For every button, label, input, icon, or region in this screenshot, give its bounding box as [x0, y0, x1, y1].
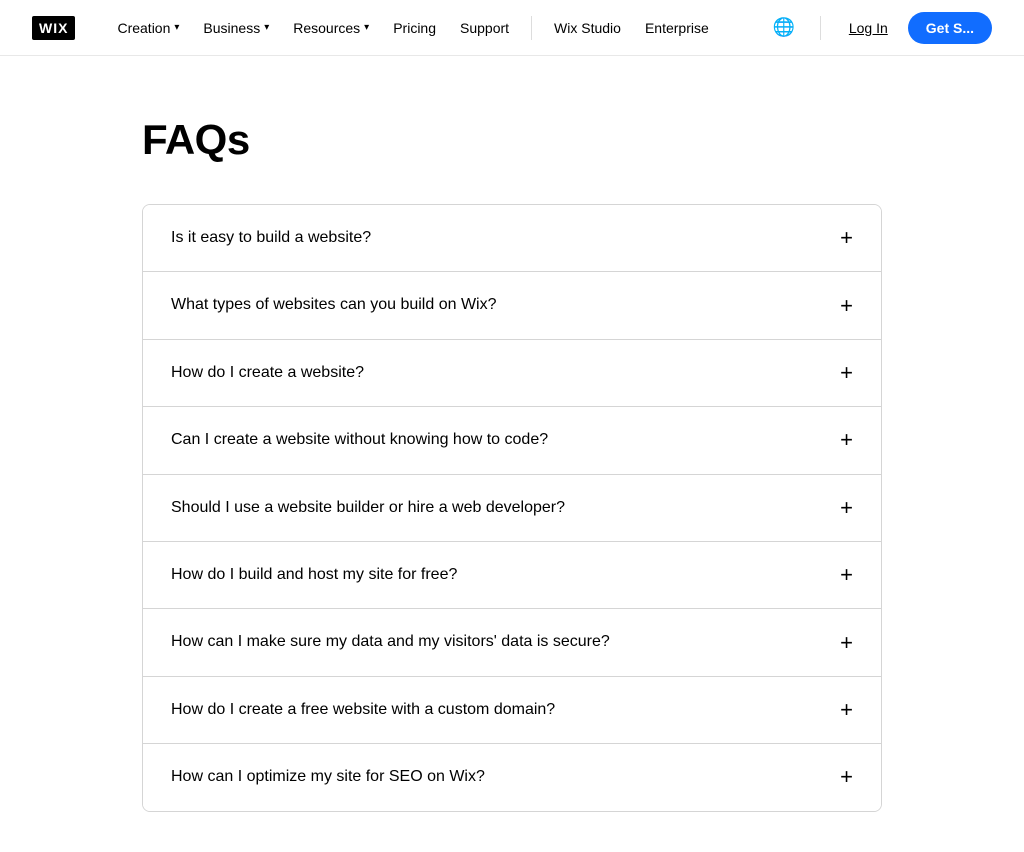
faq-item-5[interactable]: Should I use a website builder or hire a…	[143, 475, 881, 542]
faq-question-6: How do I build and host my site for free…	[171, 564, 457, 586]
main-content: FAQs Is it easy to build a website? + Wh…	[102, 56, 922, 852]
nav-separator-2	[820, 16, 821, 40]
nav-item-resources[interactable]: Resources ▾	[283, 14, 379, 42]
nav-item-wix-studio[interactable]: Wix Studio	[544, 14, 631, 42]
nav-item-enterprise[interactable]: Enterprise	[635, 14, 719, 42]
chevron-down-icon: ▾	[364, 22, 369, 33]
faq-expand-icon-4: +	[840, 429, 853, 451]
faq-item-8[interactable]: How do I create a free website with a cu…	[143, 677, 881, 744]
logo-text: WIX	[32, 16, 75, 40]
faq-question-5: Should I use a website builder or hire a…	[171, 497, 565, 519]
nav-item-support[interactable]: Support	[450, 14, 519, 42]
nav-support-label: Support	[460, 20, 509, 36]
faq-question-9: How can I optimize my site for SEO on Wi…	[171, 766, 485, 788]
nav-pricing-label: Pricing	[393, 20, 436, 36]
faq-expand-icon-3: +	[840, 362, 853, 384]
nav-business-label: Business	[203, 20, 260, 36]
nav-item-business[interactable]: Business ▾	[193, 14, 279, 42]
faq-expand-icon-1: +	[840, 227, 853, 249]
faq-expand-icon-8: +	[840, 699, 853, 721]
nav-menu: Creation ▾ Business ▾ Resources ▾ Pricin…	[107, 14, 767, 42]
nav-enterprise-label: Enterprise	[645, 20, 709, 36]
faq-item-3[interactable]: How do I create a website? +	[143, 340, 881, 407]
nav-resources-label: Resources	[293, 20, 360, 36]
nav-item-creation[interactable]: Creation ▾	[107, 14, 189, 42]
faq-expand-icon-5: +	[840, 497, 853, 519]
faq-expand-icon-2: +	[840, 295, 853, 317]
faq-item-7[interactable]: How can I make sure my data and my visit…	[143, 609, 881, 676]
faq-item-4[interactable]: Can I create a website without knowing h…	[143, 407, 881, 474]
faq-expand-icon-6: +	[840, 564, 853, 586]
faq-item-2[interactable]: What types of websites can you build on …	[143, 272, 881, 339]
nav-item-pricing[interactable]: Pricing	[383, 14, 446, 42]
navbar: WIX Creation ▾ Business ▾ Resources ▾ Pr…	[0, 0, 1024, 56]
wix-logo[interactable]: WIX	[32, 16, 75, 40]
chevron-down-icon: ▾	[174, 22, 179, 33]
faq-expand-icon-7: +	[840, 632, 853, 654]
nav-creation-label: Creation	[117, 20, 170, 36]
login-button[interactable]: Log In	[841, 14, 896, 42]
faq-question-4: Can I create a website without knowing h…	[171, 429, 548, 451]
faq-container: Is it easy to build a website? + What ty…	[142, 204, 882, 812]
faq-question-3: How do I create a website?	[171, 362, 364, 384]
faq-question-7: How can I make sure my data and my visit…	[171, 631, 610, 653]
faq-question-2: What types of websites can you build on …	[171, 294, 497, 316]
globe-icon: 🌐	[773, 17, 795, 38]
chevron-down-icon: ▾	[264, 22, 269, 33]
language-selector-button[interactable]: 🌐	[768, 12, 800, 44]
faq-question-8: How do I create a free website with a cu…	[171, 699, 555, 721]
faq-expand-icon-9: +	[840, 766, 853, 788]
faq-item-1[interactable]: Is it easy to build a website? +	[143, 205, 881, 272]
nav-wix-studio-label: Wix Studio	[554, 20, 621, 36]
faq-item-6[interactable]: How do I build and host my site for free…	[143, 542, 881, 609]
faq-question-1: Is it easy to build a website?	[171, 227, 371, 249]
page-title: FAQs	[142, 116, 882, 164]
nav-separator	[531, 16, 532, 40]
faq-item-9[interactable]: How can I optimize my site for SEO on Wi…	[143, 744, 881, 810]
get-started-button[interactable]: Get S...	[908, 12, 992, 44]
navbar-right: 🌐 Log In Get S...	[768, 12, 992, 44]
